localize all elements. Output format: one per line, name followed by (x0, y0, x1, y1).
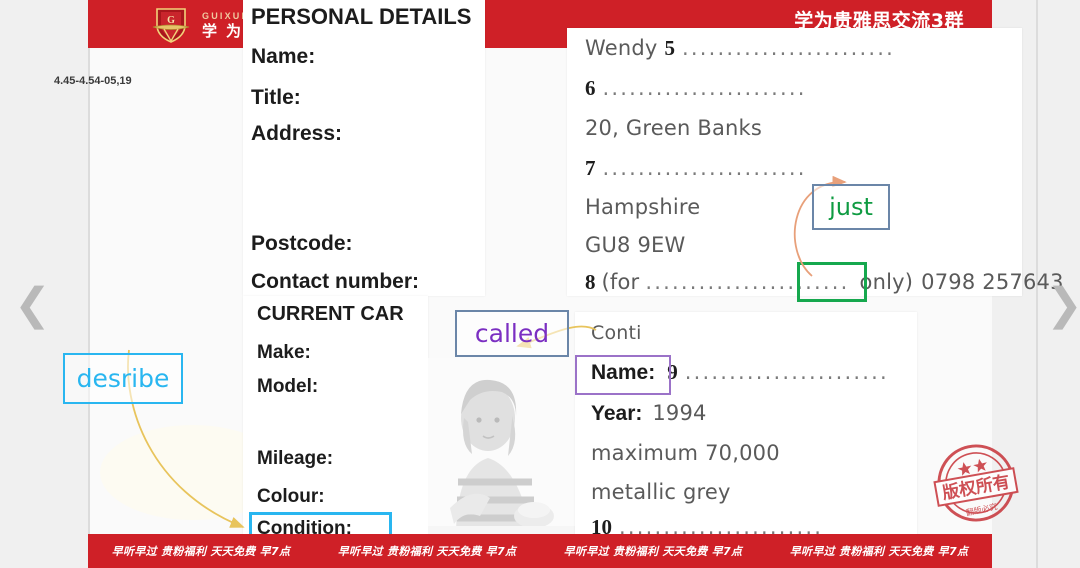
highlight-box-only (797, 262, 867, 302)
label-mileage: Mileage: (257, 448, 334, 469)
next-page-icon[interactable]: ❯ (1046, 283, 1080, 327)
answer-line-6: 6 ....................... (585, 76, 807, 101)
annotation-desribe: desribe (63, 353, 183, 404)
county-value: Hampshire (585, 195, 701, 219)
highlight-box-name (575, 355, 671, 395)
car-answers-card: Conti Name: 9 ....................... Ye… (575, 312, 917, 539)
answer-9-dots: ....................... (684, 360, 889, 384)
footer-item: 早听早过 贵粉福利 天天免费 早7点 (563, 545, 743, 558)
postcode-value: GU8 9EW (585, 233, 686, 257)
answer-8-pre: (for (601, 270, 640, 294)
label-model: Model: (257, 376, 319, 397)
year-value: 1994 (652, 401, 707, 425)
personal-details-heading: PERSONAL DETAILS (251, 4, 472, 29)
personal-details-card: PERSONAL DETAILS Name: Title: Address: P… (243, 0, 485, 296)
annotation-called: called (455, 310, 569, 357)
answer-7-dots: ....................... (602, 156, 807, 180)
label-postcode: Postcode: (251, 232, 353, 255)
current-car-heading: CURRENT CAR (257, 303, 404, 325)
annotation-just-text: just (829, 193, 873, 221)
timestamp-label: 4.45-4.54-05,19 (54, 75, 132, 87)
label-colour: Colour: (257, 486, 325, 507)
answer-8-phone: 0798 257643 (921, 270, 1064, 294)
page-footer: 早听早过 贵粉福利 天天免费 早7点 早听早过 贵粉福利 天天免费 早7点 早听… (88, 534, 992, 568)
answer-line-county: Hampshire (585, 195, 700, 219)
answer-5-dots: ........................ (682, 36, 896, 60)
footer-item: 早听早过 贵粉福利 天天免费 早7点 (111, 545, 291, 558)
answer-line-year: Year: 1994 (591, 401, 707, 426)
current-car-card: CURRENT CAR Make: Model: Mileage: Colour… (243, 296, 428, 539)
answer-5-handwriting: Wendy (585, 36, 658, 60)
annotation-just: just (812, 184, 890, 230)
answer-6-number: 6 (585, 76, 596, 100)
label-contact-number: Contact number: (251, 270, 419, 293)
answer-line-street: 20, Green Banks (585, 116, 762, 140)
answer-8-only-word: only) (859, 270, 914, 294)
copyright-stamp: 翻版必究 版权所有 (930, 437, 1022, 529)
slide-viewer: G GUIXUE.COM 学为贵 学为贵雅思交流3群 4.45-4.54-05,… (0, 0, 1080, 568)
student-photo (428, 358, 576, 536)
prev-page-icon[interactable]: ❮ (14, 283, 51, 327)
answer-7-number: 7 (585, 156, 596, 180)
label-make: Make: (257, 342, 311, 363)
label-name: Name: (251, 45, 316, 68)
label-address: Address: (251, 122, 343, 145)
answer-line-7: 7 ....................... (585, 156, 807, 181)
answer-make-value: Conti (591, 322, 642, 344)
street-value: 20, Green Banks (585, 116, 763, 140)
answer-line-5: Wendy 5 ........................ (585, 36, 895, 61)
label-title: Title: (251, 86, 301, 109)
annotation-desribe-text: desribe (76, 364, 170, 393)
footer-item: 早听早过 贵粉福利 天天免费 早7点 (337, 545, 517, 558)
answer-5-number: 5 (664, 36, 676, 60)
answer-mileage-value: maximum 70,000 (591, 441, 780, 465)
answer-8-number: 8 (585, 270, 596, 294)
annotation-called-text: called (474, 319, 550, 348)
shield-crest-icon: G (150, 5, 192, 45)
answer-colour-value: metallic grey (591, 480, 731, 504)
label-year: Year: (591, 402, 643, 425)
footer-item: 早听早过 贵粉福利 天天免费 早7点 (789, 545, 969, 558)
svg-text:G: G (167, 15, 175, 26)
answer-6-dots: ....................... (602, 76, 807, 100)
answer-line-postcode: GU8 9EW (585, 233, 685, 257)
address-answers-card: Wendy 5 ........................ 6 .....… (567, 28, 1063, 296)
